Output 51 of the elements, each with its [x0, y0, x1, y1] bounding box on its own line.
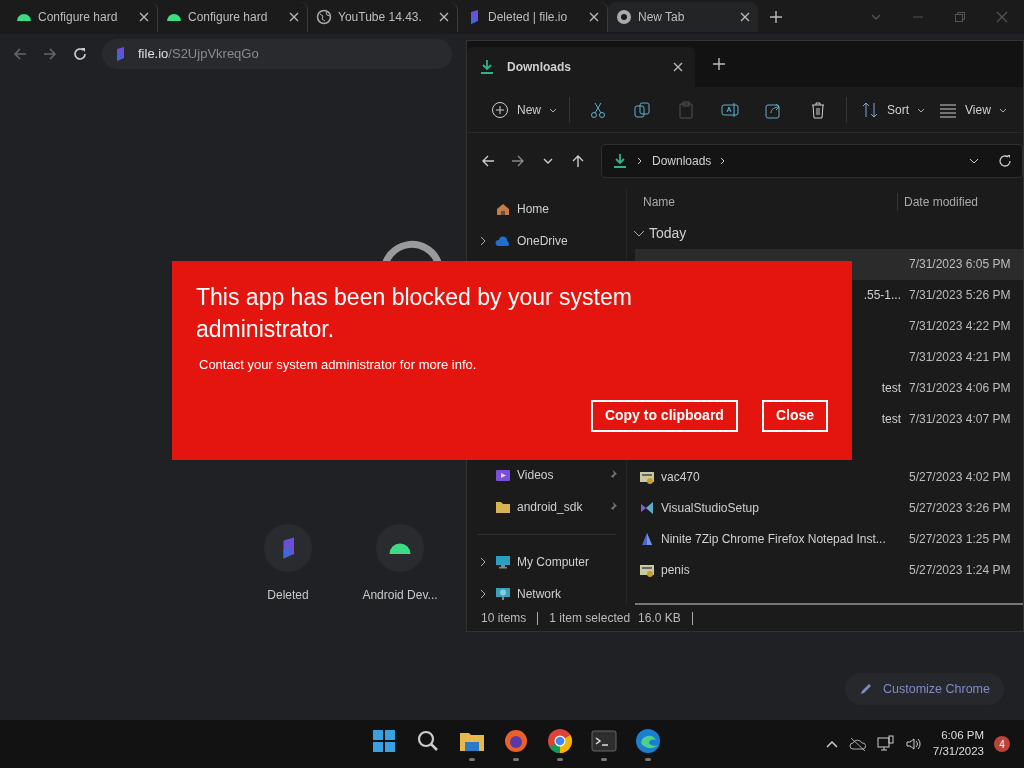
date-modified: 7/31/2023 4:06 PM [908, 380, 1011, 397]
notification-badge[interactable]: 4 [994, 736, 1010, 752]
url-text: file.io/S2UjpVkreqGo [138, 45, 259, 64]
item-count: 10 items [481, 610, 527, 627]
file-name[interactable]: VisualStudioSetup [661, 498, 759, 517]
address-bar[interactable]: file.io/S2UjpVkreqGo [102, 39, 452, 69]
view-button[interactable]: View [933, 91, 1013, 128]
date-modified: 5/27/2023 1:24 PM [908, 561, 1011, 579]
file-name[interactable]: .55-1... [863, 286, 901, 305]
sidebar-item[interactable]: Videos [517, 466, 554, 484]
browser-tab[interactable]: YouTube 14.43. [308, 2, 458, 32]
sidebar-item[interactable]: Network [517, 585, 561, 603]
sort-button[interactable]: Sort [853, 91, 933, 128]
file-name[interactable]: Ninite 7Zip Chrome Firefox Notepad Inst... [661, 529, 886, 548]
shortcut-label[interactable]: Deleted [267, 586, 309, 604]
sidebar-item[interactable]: OneDrive [517, 232, 568, 250]
customize-chrome-button[interactable]: Customize Chrome [845, 673, 1004, 705]
file-name[interactable]: penis [661, 560, 690, 579]
dialog-button[interactable]: Copy to clipboard [590, 399, 738, 432]
file-name[interactable]: test [881, 379, 901, 397]
date-modified: 7/31/2023 4:22 PM [908, 318, 1011, 336]
browser-tab[interactable]: Configure hard [158, 2, 308, 32]
sidebar-item[interactable]: android_sdk [517, 498, 583, 516]
browser-tab[interactable]: Configure hard [8, 2, 158, 32]
new-button[interactable]: New [485, 91, 563, 128]
date-modified: 7/31/2023 4:07 PM [908, 410, 1011, 428]
clock-time[interactable]: 6:06 PM [932, 728, 984, 744]
date-modified: 5/27/2023 1:25 PM [908, 530, 1011, 548]
address-bar[interactable]: Downloads [601, 144, 1023, 178]
date-modified: 5/27/2023 3:26 PM [908, 499, 1011, 517]
explorer-tab[interactable]: Downloads [467, 47, 695, 87]
clock-date[interactable]: 7/31/2023 [932, 744, 984, 760]
selection-size: 16.0 KB [638, 610, 681, 627]
group-header[interactable]: Today [649, 223, 687, 245]
file-name[interactable]: vac470 [661, 467, 700, 486]
file-name[interactable]: test [881, 409, 901, 428]
date-modified: 7/31/2023 6:05 PM [908, 256, 1011, 274]
sidebar-item[interactable]: Home [517, 200, 549, 218]
dialog-title: This app has been blocked by your system administrator. [196, 283, 633, 345]
date-modified: 5/27/2023 4:02 PM [908, 468, 1011, 486]
date-modified: 7/31/2023 5:26 PM [908, 287, 1011, 305]
dialog-message: Contact your system administrator for more info. [199, 356, 478, 375]
date-modified: 7/31/2023 4:21 PM [908, 349, 1011, 367]
browser-tab[interactable]: New Tab [608, 2, 758, 32]
sidebar-item[interactable]: My Computer [517, 553, 590, 571]
column-header[interactable]: Name [627, 193, 897, 212]
selection-info: 1 item selected [549, 610, 631, 627]
column-header[interactable]: Date modified [897, 193, 979, 212]
shortcut-label[interactable]: Android Dev... [362, 586, 438, 604]
breadcrumb-item[interactable]: Downloads [652, 152, 712, 170]
dialog-button[interactable]: Close [761, 399, 828, 432]
